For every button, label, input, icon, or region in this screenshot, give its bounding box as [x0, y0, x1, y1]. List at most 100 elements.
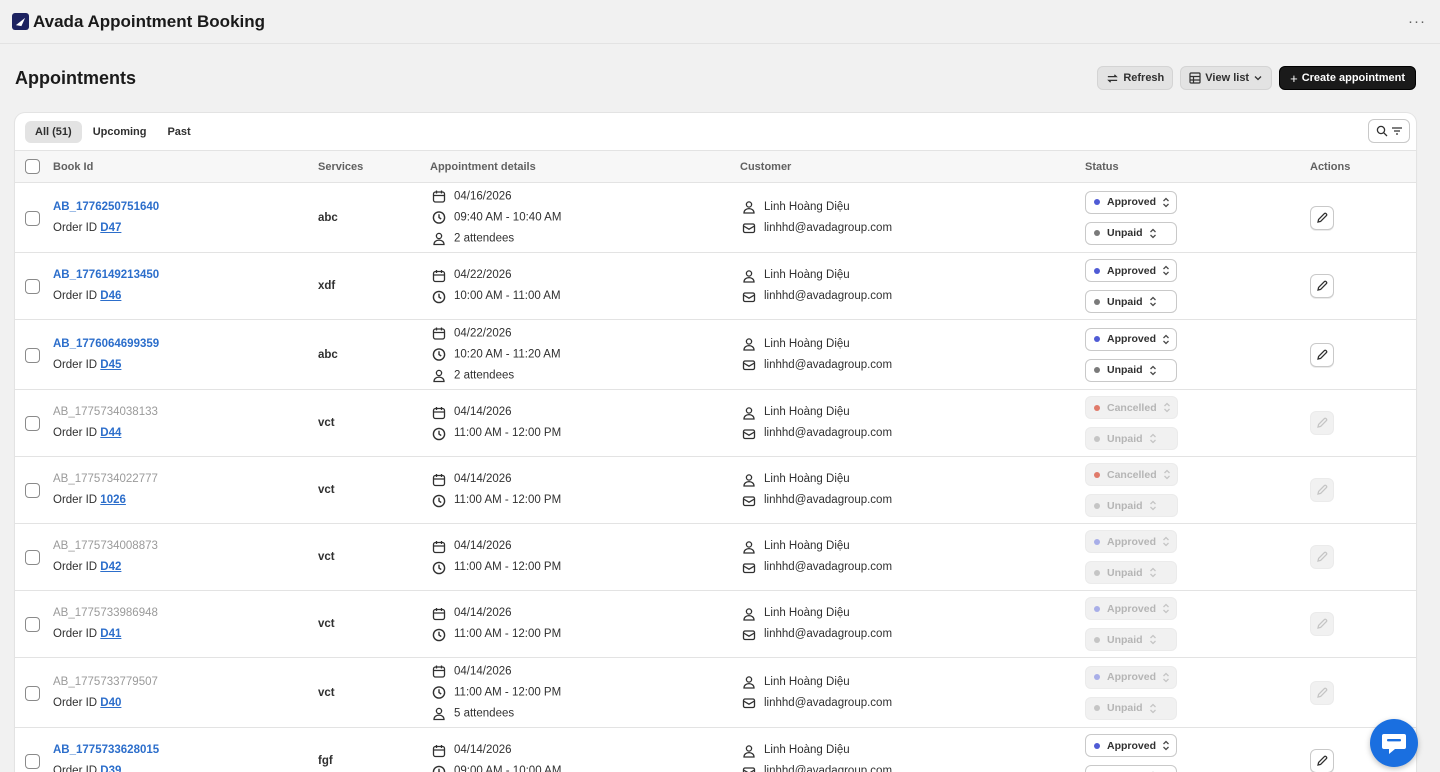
payment-select[interactable]: Unpaid [1085, 628, 1178, 651]
row-checkbox[interactable] [25, 210, 40, 226]
edit-button[interactable] [1310, 612, 1334, 636]
payment-select[interactable]: Unpaid [1085, 494, 1178, 517]
order-id-link[interactable]: D45 [100, 359, 121, 371]
status-select[interactable]: Approved [1085, 190, 1178, 214]
row-checkbox[interactable] [25, 617, 40, 632]
row-checkbox[interactable] [25, 754, 40, 769]
order-id-link[interactable]: 1026 [100, 494, 126, 506]
book-id-link[interactable]: AB_1775733779507 [53, 672, 158, 693]
customer-info: Linh Hoàng Diệu linhhd@avadagroup.com [742, 672, 892, 714]
view-list-button[interactable]: View list [1180, 66, 1273, 90]
edit-button[interactable] [1310, 680, 1334, 705]
status-select[interactable]: Cancelled [1085, 463, 1178, 486]
clock-icon [432, 494, 446, 508]
table-row[interactable]: AB_1775734008873 Order ID D42 vct 04/14/… [15, 524, 1416, 591]
payment-select[interactable]: Unpaid [1085, 427, 1178, 450]
customer-info: Linh Hoàng Diệu linhhd@avadagroup.com [742, 603, 892, 645]
chevron-up-down-icon [1149, 634, 1157, 645]
status-select[interactable]: Approved [1085, 327, 1178, 351]
status-label: Cancelled [1107, 401, 1157, 414]
edit-button[interactable] [1310, 545, 1334, 569]
row-checkbox[interactable] [25, 347, 40, 363]
status-select[interactable]: Approved [1085, 259, 1178, 282]
table-row[interactable]: AB_1776250751640 Order ID D47 abc 04/16/… [15, 183, 1416, 253]
book-id-link[interactable]: AB_1775734038133 [53, 402, 158, 423]
table-row[interactable]: AB_1775733628015 Order ID D39 fgf 04/14/… [15, 728, 1416, 772]
mail-icon [742, 561, 756, 575]
status-select[interactable]: Approved [1085, 734, 1178, 757]
person-icon [432, 232, 446, 246]
book-id-link[interactable]: AB_1775733986948 [53, 603, 158, 624]
status-select[interactable]: Approved [1085, 530, 1178, 553]
payment-select[interactable]: Unpaid [1085, 561, 1178, 584]
status-select[interactable]: Approved [1085, 665, 1178, 689]
book-id-link[interactable]: AB_1775734008873 [53, 536, 158, 557]
order-id-link[interactable]: D41 [100, 628, 121, 640]
edit-button[interactable] [1310, 342, 1334, 367]
order-prefix: Order ID [53, 696, 98, 709]
create-appointment-button[interactable]: + Create appointment [1279, 66, 1416, 90]
table-row[interactable]: AB_1775734038133 Order ID D44 vct 04/14/… [15, 390, 1416, 457]
status-label: Approved [1107, 739, 1157, 752]
chevron-up-down-icon [1163, 402, 1171, 413]
refresh-button[interactable]: Refresh [1097, 66, 1174, 90]
row-checkbox[interactable] [25, 550, 40, 565]
order-id-link[interactable]: D42 [100, 561, 121, 573]
customer-email: linhhd@avadagroup.com [764, 561, 893, 573]
chevron-up-down-icon [1149, 296, 1157, 307]
payment-select[interactable]: Unpaid [1085, 696, 1178, 720]
book-id-link[interactable]: AB_1775734022777 [53, 469, 158, 490]
payment-select[interactable]: Unpaid [1085, 358, 1178, 382]
edit-button[interactable] [1310, 274, 1334, 298]
tab-past[interactable]: Past [157, 121, 200, 143]
status-select[interactable]: Approved [1085, 597, 1178, 620]
person-icon [742, 269, 756, 283]
order-id-link[interactable]: D46 [100, 290, 121, 302]
mail-icon [742, 696, 756, 710]
payment-select[interactable]: Unpaid [1085, 290, 1178, 313]
appointment-date: 04/14/2026 [454, 473, 512, 485]
row-checkbox[interactable] [25, 416, 40, 431]
order-id-link[interactable]: D40 [100, 697, 121, 709]
order-id-link[interactable]: D44 [100, 427, 121, 439]
order-prefix: Order ID [53, 290, 98, 302]
table-row[interactable]: AB_1776149213450 Order ID D46 xdf 04/22/… [15, 253, 1416, 320]
app-topbar: Avada Appointment Booking ··· [0, 0, 1440, 44]
payment-label: Unpaid [1107, 702, 1143, 714]
select-all-checkbox[interactable] [25, 159, 40, 174]
status-cell: Approved Unpaid [1085, 530, 1178, 584]
pencil-icon [1316, 212, 1328, 224]
col-book-id: Book Id [53, 161, 94, 173]
row-checkbox[interactable] [25, 685, 40, 701]
edit-button[interactable] [1310, 411, 1334, 435]
table-row[interactable]: AB_1775734022777 Order ID 1026 vct 04/14… [15, 457, 1416, 524]
row-checkbox[interactable] [25, 279, 40, 294]
payment-select[interactable]: Unpaid [1085, 765, 1178, 772]
book-id-link[interactable]: AB_1775733628015 [53, 740, 159, 761]
status-select[interactable]: Cancelled [1085, 396, 1178, 419]
page-title: Appointments [15, 67, 136, 88]
chevron-up-down-icon [1149, 365, 1157, 376]
book-id-link[interactable]: AB_1776250751640 [53, 197, 159, 218]
table-row[interactable]: AB_1775733779507 Order ID D40 vct 04/14/… [15, 658, 1416, 728]
book-id-link[interactable]: AB_1776064699359 [53, 334, 159, 355]
appointment-date: 04/14/2026 [454, 744, 512, 756]
order-id-link[interactable]: D47 [100, 222, 121, 234]
search-filter-button[interactable] [1368, 119, 1410, 143]
tab-upcoming[interactable]: Upcoming [83, 121, 157, 143]
edit-button[interactable] [1310, 205, 1334, 230]
more-options-icon[interactable]: ··· [1408, 13, 1428, 30]
customer-email: linhhd@avadagroup.com [764, 290, 893, 302]
service-name: abc [318, 348, 338, 361]
table-row[interactable]: AB_1775733986948 Order ID D41 vct 04/14/… [15, 591, 1416, 658]
book-id-link[interactable]: AB_1776149213450 [53, 265, 159, 286]
appointment-time: 09:00 AM - 10:00 AM [454, 765, 562, 772]
edit-button[interactable] [1310, 749, 1334, 772]
order-id-link[interactable]: D39 [100, 765, 121, 772]
tab-all[interactable]: All (51) [25, 120, 82, 143]
payment-select[interactable]: Unpaid [1085, 221, 1178, 245]
table-row[interactable]: AB_1776064699359 Order ID D45 abc 04/22/… [15, 320, 1416, 390]
chat-support-button[interactable] [1370, 719, 1418, 767]
edit-button[interactable] [1310, 478, 1334, 502]
row-checkbox[interactable] [25, 483, 40, 498]
